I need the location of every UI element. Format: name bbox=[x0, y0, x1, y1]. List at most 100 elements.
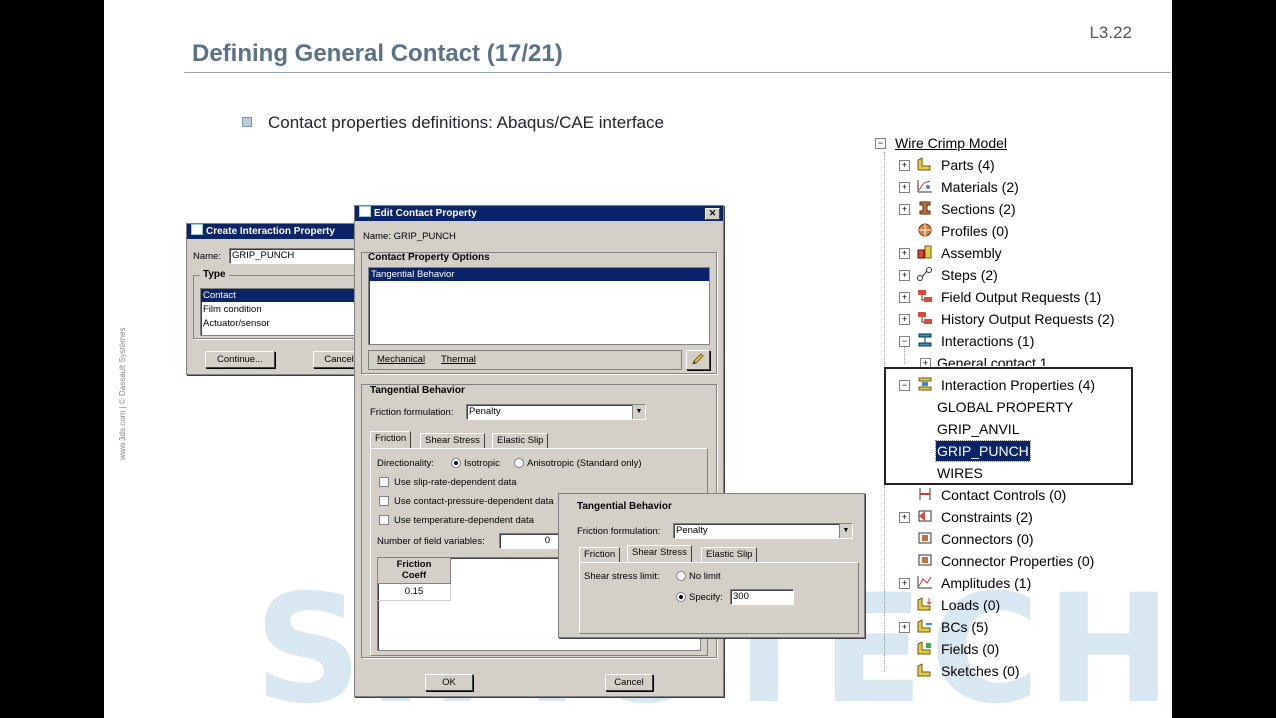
friction-formulation-select[interactable]: Penalty ▼ bbox=[466, 404, 646, 420]
options-menubar: Mechanical Thermal bbox=[368, 350, 682, 370]
tree-item-steps[interactable]: Steps (2) bbox=[940, 265, 999, 285]
field-variables-stepper[interactable]: 0 bbox=[499, 533, 565, 549]
expand-materials[interactable]: + bbox=[899, 182, 910, 193]
constraints-icon bbox=[918, 510, 932, 522]
tree-item-label: General contact 1 bbox=[937, 355, 1048, 366]
options-group: Contact Property Options Tangential Beha… bbox=[361, 252, 717, 374]
tree-item-history-output[interactable]: History Output Requests (2) bbox=[940, 309, 1116, 329]
tree-item-materials[interactable]: Materials (2) bbox=[940, 177, 1020, 197]
field-output-icon bbox=[918, 290, 932, 302]
tree-item-profiles[interactable]: Profiles (0) bbox=[940, 221, 1010, 241]
tree-item-bcs[interactable]: BCs (5) bbox=[940, 617, 989, 637]
bullet-icon bbox=[242, 117, 252, 127]
expand-history-output[interactable]: + bbox=[899, 314, 910, 325]
tree-item-sketches[interactable]: Sketches (0) bbox=[940, 661, 1021, 681]
expand-amplitudes[interactable]: + bbox=[899, 578, 910, 589]
tree-item-amplitudes[interactable]: Amplitudes (1) bbox=[940, 573, 1032, 593]
friction-table-header: Friction Coeff bbox=[378, 558, 451, 584]
expand-field-output[interactable]: + bbox=[899, 292, 910, 303]
tab-shear-stress[interactable]: Shear Stress bbox=[627, 545, 692, 562]
slip-rate-label: Use slip-rate-dependent data bbox=[394, 477, 517, 488]
options-title: Contact Property Options bbox=[368, 252, 490, 263]
contact-pressure-label: Use contact-pressure-dependent data bbox=[394, 496, 554, 507]
fields-icon bbox=[917, 641, 931, 655]
type-item-contact[interactable]: Contact bbox=[201, 289, 357, 302]
option-tangential-behavior[interactable]: Tangential Behavior bbox=[369, 268, 709, 281]
expand-sections[interactable]: + bbox=[899, 204, 910, 215]
tree-item-constraints[interactable]: Constraints (2) bbox=[940, 507, 1034, 527]
tree-item-loads[interactable]: Loads (0) bbox=[940, 595, 1001, 615]
tree-item-connector-properties[interactable]: Connector Properties (0) bbox=[940, 551, 1095, 571]
tab-friction[interactable]: Friction bbox=[370, 431, 412, 448]
contact-controls-icon bbox=[919, 488, 931, 500]
menu-mechanical[interactable]: Mechanical bbox=[377, 354, 425, 365]
shear-friction-label: Friction formulation: bbox=[577, 526, 661, 537]
friction-formulation-label: Friction formulation: bbox=[370, 407, 454, 418]
specify-radio[interactable] bbox=[676, 592, 686, 602]
friction-table-cell[interactable]: 0.15 bbox=[378, 584, 451, 601]
contact-pressure-checkbox[interactable] bbox=[379, 496, 389, 506]
tree-item-fields[interactable]: Fields (0) bbox=[940, 639, 1000, 659]
header-line-1: Friction bbox=[396, 559, 432, 570]
type-item-actuator[interactable]: Actuator/sensor bbox=[201, 316, 357, 331]
temperature-checkbox[interactable] bbox=[379, 515, 389, 525]
edit-pencil-button[interactable] bbox=[686, 350, 710, 370]
specify-label: Specify: bbox=[689, 592, 723, 603]
specify-value-field[interactable]: 300 bbox=[730, 589, 794, 605]
expand-interactions[interactable]: − bbox=[899, 336, 910, 347]
dialog-titlebar[interactable]: Edit Contact Property ✕ bbox=[355, 206, 723, 221]
tree-item-assembly[interactable]: Assembly bbox=[940, 243, 1003, 263]
name-field[interactable]: GRIP_PUNCH bbox=[229, 248, 358, 264]
type-item-film[interactable]: Film condition bbox=[201, 302, 357, 317]
tree-root[interactable]: Wire Crimp Model bbox=[894, 133, 1008, 153]
dialog-title: Edit Contact Property bbox=[374, 208, 477, 219]
header-line-2: Coeff bbox=[401, 570, 427, 581]
shear-friction-select[interactable]: Penalty ▼ bbox=[673, 523, 853, 539]
tree-item-connectors[interactable]: Connectors (0) bbox=[940, 529, 1035, 549]
tree-item-field-output[interactable]: Field Output Requests (1) bbox=[940, 287, 1102, 307]
tree-item-label: Fields (0) bbox=[941, 641, 1000, 657]
tab-shear-stress[interactable]: Shear Stress bbox=[420, 433, 485, 448]
type-list: Contact Film condition Actuator/sensor bbox=[200, 288, 358, 336]
tree-item-sections[interactable]: Sections (2) bbox=[940, 199, 1017, 219]
no-limit-radio[interactable] bbox=[676, 571, 686, 581]
chevron-down-icon[interactable]: ▼ bbox=[839, 524, 852, 538]
tab-elastic-slip[interactable]: Elastic Slip bbox=[701, 547, 758, 562]
tree-item-interactions[interactable]: Interactions (1) bbox=[940, 331, 1035, 351]
continue-button[interactable]: Continue... bbox=[205, 351, 275, 368]
chevron-down-icon[interactable]: ▼ bbox=[632, 405, 645, 419]
isotropic-label: Isotropic bbox=[464, 458, 500, 469]
friction-formulation-value: Penalty bbox=[469, 406, 501, 417]
tree-item-label: Field Output Requests (1) bbox=[941, 289, 1102, 305]
expand-steps[interactable]: + bbox=[899, 270, 910, 281]
close-icon[interactable]: ✕ bbox=[705, 208, 720, 220]
shear-panel-title: Tangential Behavior bbox=[577, 501, 672, 512]
ok-button[interactable]: OK bbox=[425, 674, 473, 691]
no-limit-label: No limit bbox=[689, 571, 721, 582]
expand-root[interactable]: − bbox=[875, 138, 886, 149]
tab-elastic-slip[interactable]: Elastic Slip bbox=[492, 433, 549, 448]
tree-item-parts[interactable]: Parts (4) bbox=[940, 155, 996, 175]
anisotropic-radio[interactable] bbox=[514, 458, 524, 468]
tree-item-label: History Output Requests (2) bbox=[941, 311, 1115, 327]
sections-icon bbox=[919, 201, 931, 215]
tree-item-label: Contact Controls (0) bbox=[941, 487, 1067, 503]
slip-rate-checkbox[interactable] bbox=[379, 477, 389, 487]
tab-friction[interactable]: Friction bbox=[579, 547, 621, 562]
cancel-button[interactable]: Cancel bbox=[605, 674, 653, 691]
expand-assembly[interactable]: + bbox=[899, 248, 910, 259]
dialog-titlebar[interactable]: Create Interaction Property bbox=[187, 224, 363, 239]
tree-item-general-contact[interactable]: General contact 1 bbox=[936, 353, 1049, 366]
dialog-title: Create Interaction Property bbox=[206, 226, 335, 237]
tree-item-contact-controls[interactable]: Contact Controls (0) bbox=[940, 485, 1067, 505]
tree-item-label: Loads (0) bbox=[941, 597, 1001, 613]
tree-item-label: Profiles (0) bbox=[941, 223, 1009, 239]
steps-icon bbox=[917, 267, 932, 281]
expand-bcs[interactable]: + bbox=[899, 622, 910, 633]
expand-parts[interactable]: + bbox=[899, 160, 910, 171]
title-divider bbox=[184, 72, 1171, 73]
sketches-icon bbox=[917, 663, 931, 677]
menu-thermal[interactable]: Thermal bbox=[441, 354, 476, 365]
isotropic-radio[interactable] bbox=[451, 458, 461, 468]
expand-constraints[interactable]: + bbox=[899, 512, 910, 523]
